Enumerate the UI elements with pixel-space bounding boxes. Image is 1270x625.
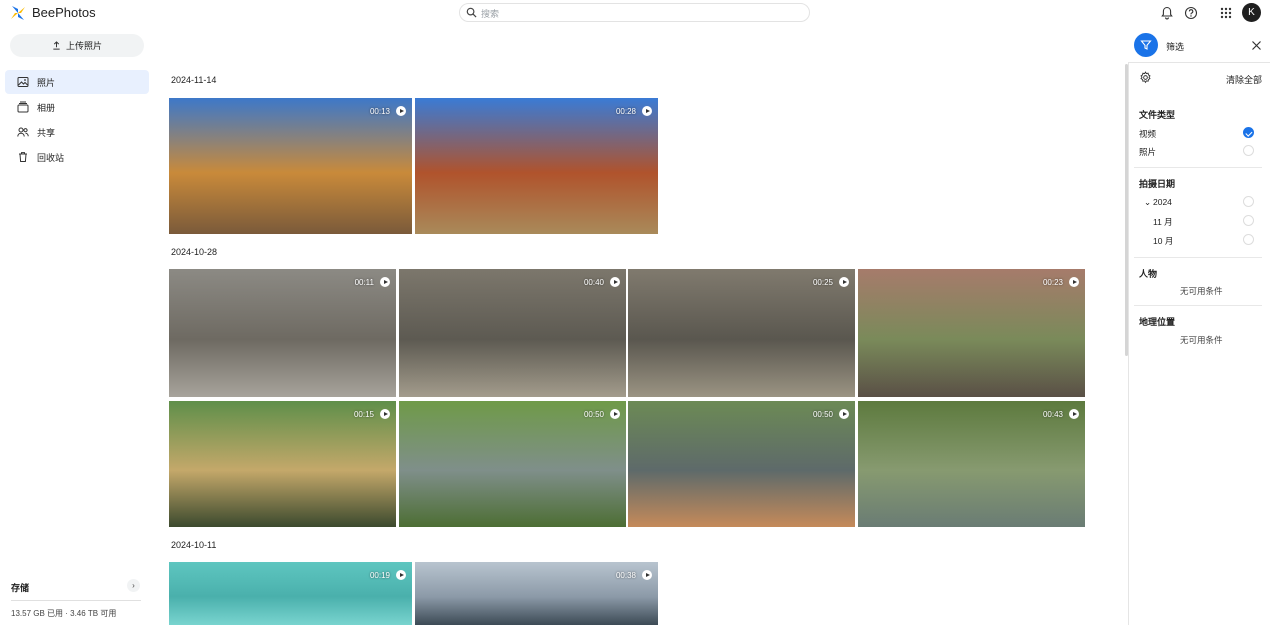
video-thumbnail[interactable]: 00:38 (415, 562, 658, 625)
play-icon (610, 277, 620, 287)
chevron-down-icon[interactable]: ⌄ (1144, 197, 1151, 208)
section-divider (1134, 305, 1262, 306)
section-divider (1134, 167, 1262, 168)
video-thumbnail[interactable]: 00:50 (399, 401, 626, 527)
search-icon (466, 7, 477, 18)
video-duration: 00:38 (615, 571, 636, 580)
panel-divider (1128, 62, 1129, 625)
video-duration: 00:19 (369, 571, 390, 580)
filter-option-video[interactable]: 视频 (1139, 128, 1156, 140)
play-icon (642, 106, 652, 116)
apps-grid-icon[interactable] (1219, 6, 1233, 20)
filter-option-photo[interactable]: 照片 (1139, 146, 1156, 158)
video-duration: 00:50 (812, 410, 833, 419)
month-checkbox[interactable] (1243, 215, 1254, 226)
album-icon (17, 101, 29, 113)
search-bar[interactable]: 搜索 (459, 3, 810, 22)
photo-icon (17, 77, 29, 87)
upload-icon (53, 41, 60, 50)
sidebar-item-label: 共享 (37, 127, 56, 138)
video-duration: 00:11 (354, 278, 374, 287)
video-duration: 00:28 (615, 107, 636, 116)
trash-icon (19, 152, 27, 162)
video-thumbnail[interactable]: 00:23 (858, 269, 1085, 397)
video-duration: 00:50 (583, 410, 604, 419)
avatar[interactable]: K (1242, 3, 1261, 22)
video-thumbnail[interactable]: 00:25 (628, 269, 855, 397)
sidebar-item-label: 回收站 (37, 152, 65, 163)
search-input[interactable]: 搜索 (481, 7, 499, 20)
video-thumbnail[interactable]: 00:40 (399, 269, 626, 397)
people-empty-text: 无可用条件 (1180, 286, 1223, 296)
video-thumbnail[interactable]: 00:43 (858, 401, 1085, 527)
section-divider (1134, 257, 1262, 258)
clear-all-button[interactable]: 清除全部 (1226, 73, 1262, 86)
location-title: 地理位置 (1139, 317, 1176, 327)
date-header: 2024-11-14 (171, 75, 217, 85)
video-thumbnail[interactable]: 00:15 (169, 401, 396, 527)
storage-usage: 13.57 GB 已用 · 3.46 TB 可用 (11, 609, 117, 618)
video-duration: 00:25 (812, 278, 833, 287)
play-icon (1069, 277, 1079, 287)
filter-icon (1140, 40, 1152, 50)
file-type-title: 文件类型 (1139, 110, 1176, 120)
sidebar-item-label: 照片 (37, 77, 56, 88)
year-checkbox[interactable] (1243, 196, 1254, 207)
bell-icon[interactable] (1160, 6, 1174, 20)
settings-gear-icon[interactable] (1139, 71, 1152, 84)
video-duration: 00:13 (369, 107, 390, 116)
video-checkbox[interactable] (1243, 127, 1254, 138)
people-title: 人物 (1139, 269, 1158, 279)
filter-option-month[interactable]: 10 月 (1153, 235, 1173, 247)
play-icon (839, 409, 849, 419)
sidebar-item-trash[interactable]: 回收站 (5, 145, 149, 169)
play-icon (610, 409, 620, 419)
upload-button[interactable]: 上传照片 (10, 34, 144, 57)
sidebar-item-photos[interactable]: 照片 (5, 70, 149, 94)
play-icon (380, 409, 390, 419)
sidebar-item-sharing[interactable]: 共享 (5, 120, 149, 144)
upload-label: 上传照片 (65, 41, 102, 51)
video-thumbnail[interactable]: 00:28 (415, 98, 658, 234)
date-header: 2024-10-11 (171, 540, 217, 550)
video-thumbnail[interactable]: 00:19 (169, 562, 412, 625)
people-icon (17, 127, 29, 137)
sidebar-item-albums[interactable]: 相册 (5, 95, 149, 119)
storage-title[interactable]: 存储 (11, 581, 29, 594)
sidebar-item-label: 相册 (37, 102, 56, 113)
play-icon (380, 277, 390, 287)
video-duration: 00:43 (1042, 410, 1063, 419)
beephotos-logo-icon[interactable] (8, 3, 28, 23)
help-icon[interactable] (1184, 6, 1198, 20)
play-icon (642, 570, 652, 580)
filter-option-year[interactable]: 2024 (1153, 197, 1172, 207)
filter-panel-title: 筛选 (1166, 42, 1185, 52)
play-icon (396, 570, 406, 580)
video-thumbnail[interactable]: 00:11 (169, 269, 396, 397)
close-icon[interactable] (1251, 40, 1262, 51)
storage-divider (11, 600, 141, 601)
play-icon (396, 106, 406, 116)
video-duration: 00:23 (1042, 278, 1063, 287)
video-duration: 00:40 (583, 278, 604, 287)
filter-button[interactable] (1134, 33, 1158, 57)
app-title[interactable]: BeePhotos (32, 5, 96, 20)
month-checkbox[interactable] (1243, 234, 1254, 245)
top-bar: BeePhotos 搜索 K (0, 0, 1270, 26)
play-icon (839, 277, 849, 287)
panel-header-divider (1128, 62, 1270, 63)
chevron-right-icon[interactable]: › (127, 579, 140, 592)
video-duration: 00:15 (353, 410, 374, 419)
location-empty-text: 无可用条件 (1180, 335, 1223, 345)
date-title: 拍摄日期 (1139, 179, 1176, 189)
video-thumbnail[interactable]: 00:13 (169, 98, 412, 234)
date-header: 2024-10-28 (171, 247, 218, 257)
photo-checkbox[interactable] (1243, 145, 1254, 156)
filter-option-month[interactable]: 11 月 (1153, 216, 1173, 228)
video-thumbnail[interactable]: 00:50 (628, 401, 855, 527)
play-icon (1069, 409, 1079, 419)
